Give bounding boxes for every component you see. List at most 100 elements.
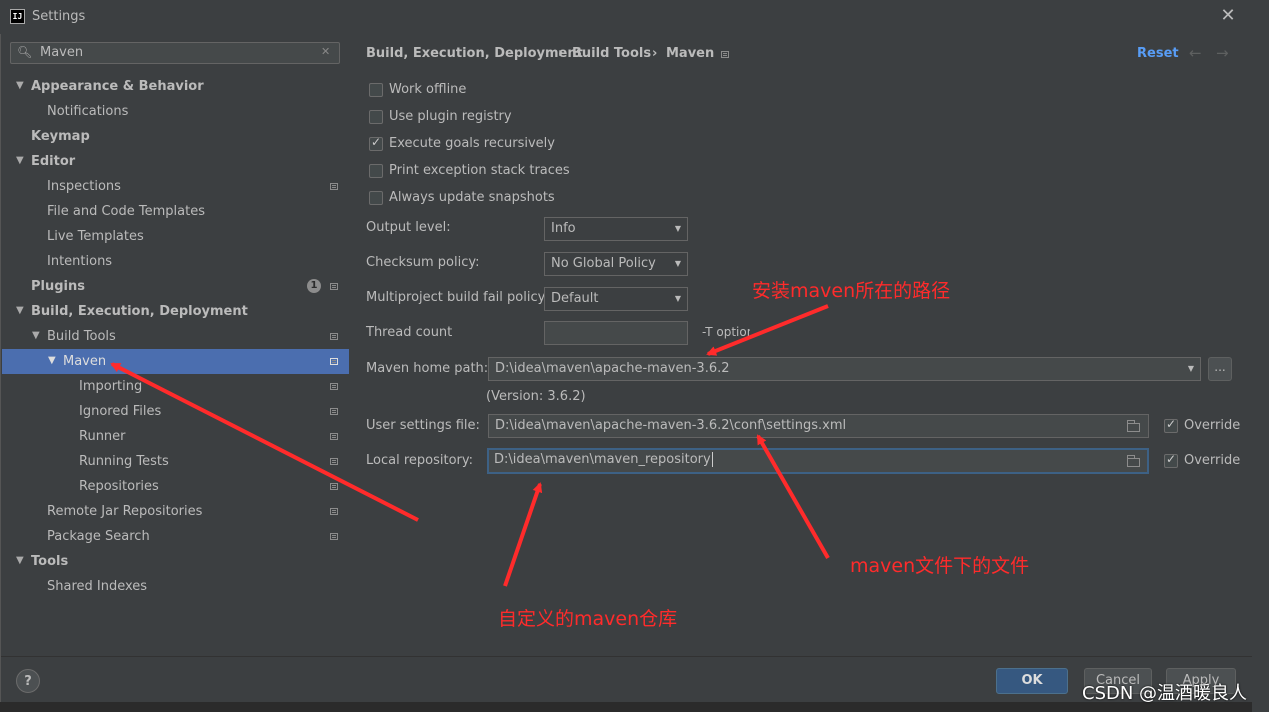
tree-item-label: File and Code Templates [47, 204, 205, 219]
thread-count-input[interactable] [544, 321, 688, 345]
close-icon[interactable]: ✕ [1218, 6, 1238, 26]
breadcrumb-separator: › [652, 46, 658, 61]
expand-arrow-icon[interactable]: ▼ [16, 305, 24, 316]
project-settings-icon [330, 483, 338, 490]
maven-home-label: Maven home path: [366, 361, 489, 376]
local-repository-value: D:\idea\maven\maven_repository [494, 452, 711, 467]
tree-item-live-templates[interactable]: Live Templates [47, 224, 144, 249]
tree-item-repositories[interactable]: Repositories [79, 474, 159, 499]
expand-arrow-icon[interactable]: ▼ [16, 80, 24, 91]
output-level-value: Info [551, 221, 576, 236]
search-icon: 🔍︎ [17, 45, 33, 59]
title-bar [0, 0, 1252, 34]
tree-item-maven[interactable]: Maven [63, 349, 106, 374]
tree-item-appearance[interactable]: Appearance & Behavior [31, 74, 204, 99]
print-exception-label[interactable]: Print exception stack traces [389, 163, 570, 178]
tree-item-label: Appearance & Behavior [31, 79, 204, 94]
intellij-app-icon: IJ [10, 9, 25, 24]
tree-item-remote-jar[interactable]: Remote Jar Repositories [47, 499, 202, 524]
execute-goals-label[interactable]: Execute goals recursively [389, 136, 555, 151]
help-button[interactable]: ? [16, 669, 40, 693]
tree-item-ignored-files[interactable]: Ignored Files [79, 399, 161, 424]
expand-arrow-icon[interactable]: ▼ [16, 155, 24, 166]
tree-item-notifications[interactable]: Notifications [47, 99, 128, 124]
clear-search-icon[interactable]: ✕ [321, 45, 330, 58]
tree-item-label: Remote Jar Repositories [47, 504, 203, 519]
always-update-label[interactable]: Always update snapshots [389, 190, 555, 205]
tree-item-build-execution[interactable]: Build, Execution, Deployment [31, 299, 248, 324]
thread-count-hint: -T option [702, 325, 750, 339]
tree-item-keymap[interactable]: Keymap [31, 124, 90, 149]
tree-item-plugins[interactable]: Plugins [31, 274, 85, 299]
user-settings-override-label[interactable]: Override [1184, 418, 1240, 433]
local-repo-override-label[interactable]: Override [1184, 453, 1240, 468]
tree-item-runner[interactable]: Runner [79, 424, 126, 449]
text-cursor [711, 452, 713, 467]
plugin-registry-checkbox[interactable] [369, 110, 383, 124]
project-settings-icon [330, 433, 338, 440]
output-level-select[interactable]: Info ▼ [544, 217, 688, 241]
user-settings-override-checkbox[interactable] [1164, 417, 1178, 433]
tree-item-label: Importing [79, 379, 143, 394]
local-repo-override-checkbox[interactable] [1164, 452, 1178, 468]
expand-arrow-icon[interactable]: ▼ [48, 355, 56, 366]
project-settings-icon [330, 283, 338, 290]
project-settings-icon [330, 508, 338, 515]
breadcrumb-maven: Maven [666, 46, 715, 61]
maven-home-combo[interactable]: D:\idea\maven\apache-maven-3.6.2 ▼ [488, 357, 1201, 381]
dropdown-arrow-icon: ▼ [674, 294, 681, 303]
tree-item-label: Notifications [47, 104, 129, 119]
folder-icon[interactable] [1127, 455, 1140, 467]
dropdown-arrow-icon: ▼ [674, 224, 681, 233]
expand-arrow-icon[interactable]: ▼ [16, 555, 24, 566]
checksum-policy-select[interactable]: No Global Policy ▼ [544, 252, 688, 276]
project-settings-icon [330, 358, 338, 365]
tree-item-label: Running Tests [79, 454, 169, 469]
tree-item-editor[interactable]: Editor [31, 149, 75, 174]
tree-item-inspections[interactable]: Inspections [47, 174, 121, 199]
tree-item-label: Maven [63, 354, 107, 369]
local-repository-input[interactable]: D:\idea\maven\maven_repository [487, 448, 1149, 474]
work-offline-checkbox[interactable] [369, 83, 383, 97]
user-settings-label: User settings file: [366, 418, 480, 433]
plugin-registry-label[interactable]: Use plugin registry [389, 109, 512, 124]
checksum-policy-label: Checksum policy: [366, 255, 480, 270]
folder-icon[interactable] [1127, 420, 1140, 432]
forward-arrow-icon[interactable]: → [1216, 44, 1229, 62]
user-settings-input[interactable]: D:\idea\maven\apache-maven-3.6.2\conf\se… [488, 414, 1149, 438]
tree-item-file-templates[interactable]: File and Code Templates [47, 199, 205, 224]
tree-item-build-tools[interactable]: Build Tools [47, 324, 116, 349]
tree-item-shared-indexes[interactable]: Shared Indexes [47, 574, 147, 599]
tree-item-importing[interactable]: Importing [79, 374, 142, 399]
output-level-label: Output level: [366, 220, 451, 235]
multiproject-policy-select[interactable]: Default ▼ [544, 287, 688, 311]
work-offline-label[interactable]: Work offline [389, 82, 466, 97]
browse-button[interactable]: ... [1208, 357, 1232, 381]
back-arrow-icon[interactable]: ← [1189, 44, 1202, 62]
tree-item-label: Inspections [47, 179, 121, 194]
tree-item-running-tests[interactable]: Running Tests [79, 449, 169, 474]
tree-item-label: Tools [31, 554, 69, 569]
thread-count-label: Thread count [366, 325, 453, 340]
search-value[interactable]: Maven [40, 45, 83, 60]
breadcrumb-build: Build, Execution, Deployment [366, 46, 583, 61]
expand-arrow-icon[interactable]: ▼ [32, 330, 40, 341]
ok-button[interactable]: OK [996, 668, 1068, 694]
project-settings-icon [330, 533, 338, 540]
plugins-update-badge: 1 [307, 279, 321, 293]
tree-item-intentions[interactable]: Intentions [47, 249, 112, 274]
annotation-local-repo: 自定义的maven仓库 [498, 608, 678, 630]
dropdown-arrow-icon: ▼ [674, 259, 681, 268]
execute-goals-checkbox[interactable] [369, 135, 383, 151]
reset-link[interactable]: Reset [1137, 46, 1179, 61]
tree-item-package-search[interactable]: Package Search [47, 524, 150, 549]
always-update-checkbox[interactable] [369, 191, 383, 205]
dropdown-arrow-icon: ▼ [1187, 364, 1194, 373]
print-exception-checkbox[interactable] [369, 164, 383, 178]
tree-item-label: Ignored Files [79, 404, 162, 419]
tree-item-tools[interactable]: Tools [31, 549, 68, 574]
tree-item-label: Build, Execution, Deployment [31, 304, 248, 319]
annotation-settings-file: maven文件下的文件 [850, 555, 1030, 577]
breadcrumb-build-tools: Build Tools [572, 46, 652, 61]
tree-item-label: Package Search [47, 529, 150, 544]
